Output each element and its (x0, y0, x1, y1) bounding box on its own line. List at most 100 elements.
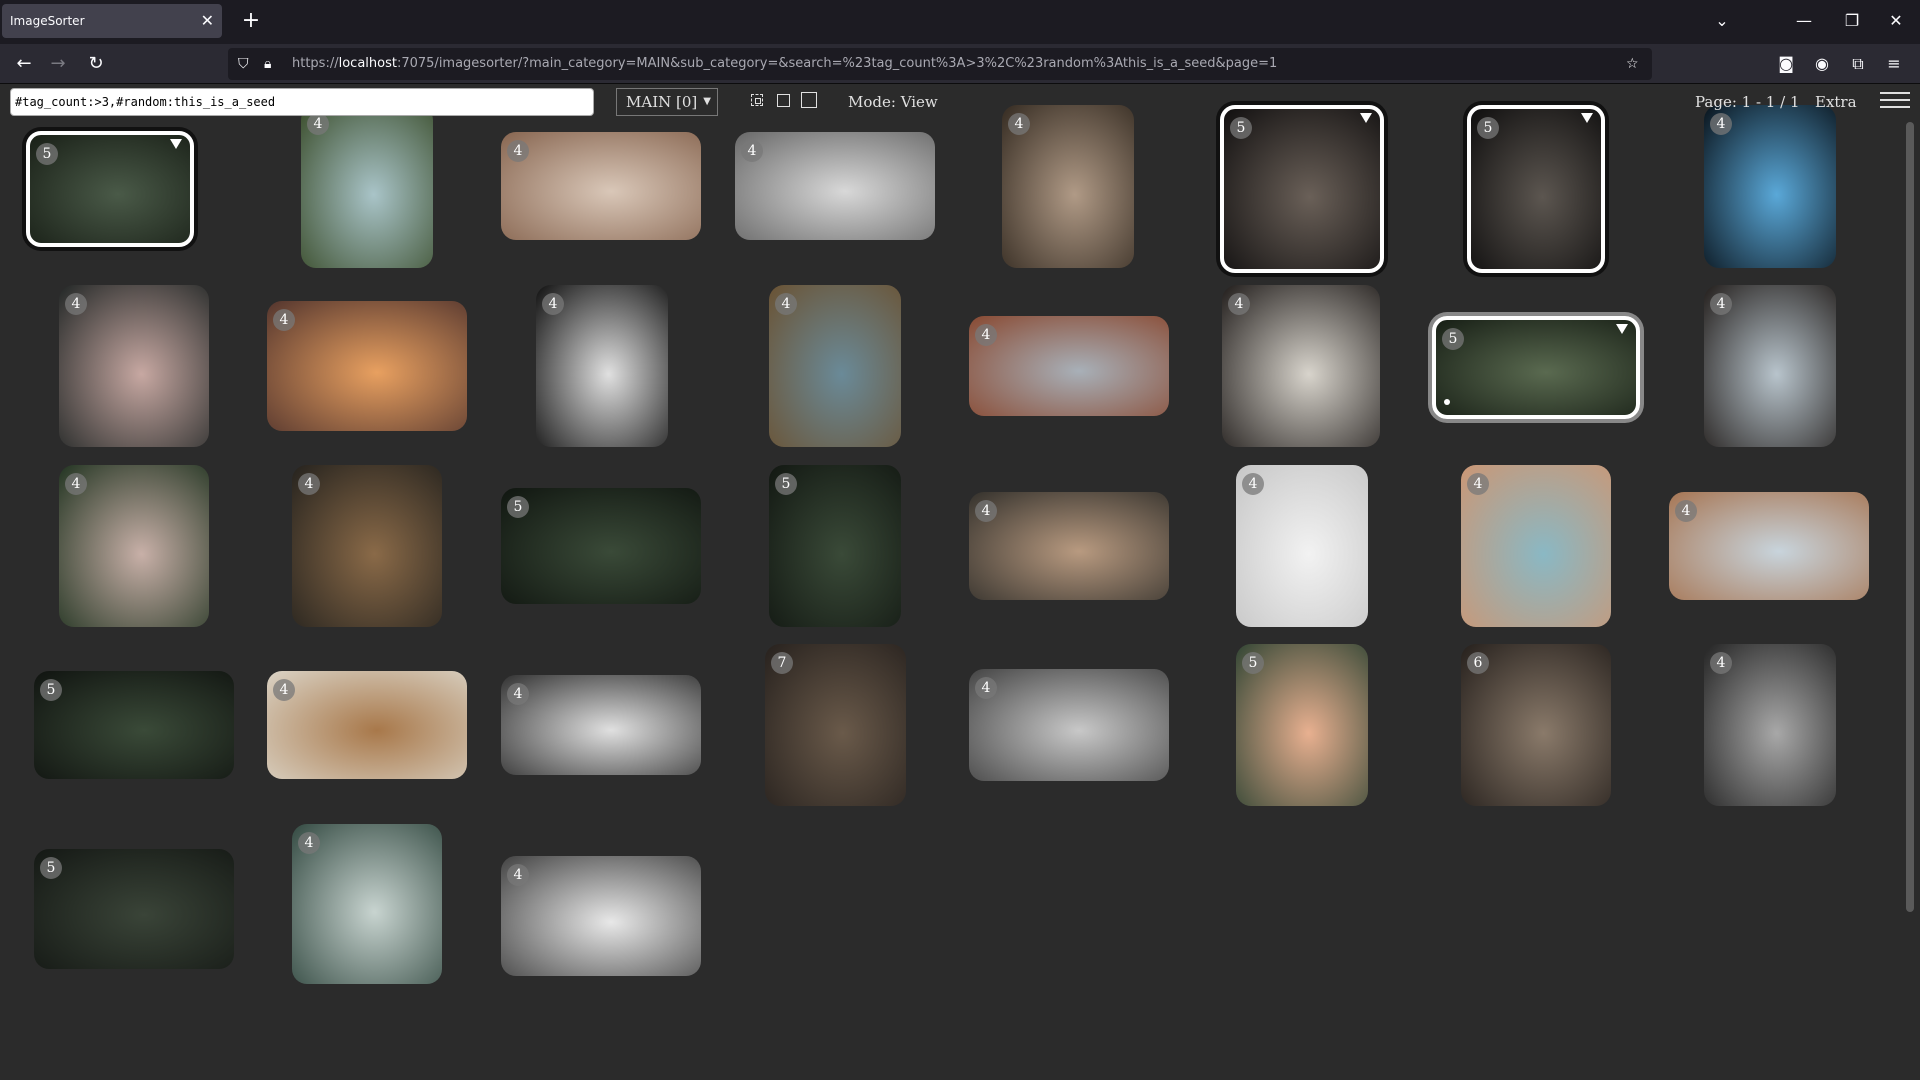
image-thumbnail-calico-cat-portrait[interactable]: 6 (1461, 644, 1611, 806)
thumb-size-medium-button[interactable] (777, 94, 790, 107)
image-thumbnail-silhouette-with-hat[interactable]: 4 (1704, 105, 1836, 268)
image-card[interactable]: 4 (1704, 105, 1836, 268)
image-card[interactable]: 5 (1236, 644, 1368, 806)
hamburger-menu-icon[interactable] (1880, 92, 1910, 112)
image-card[interactable]: 5 (769, 465, 901, 627)
tab-close-icon[interactable]: ✕ (201, 4, 214, 38)
url-text[interactable]: https://localhost:7075/imagesorter/?main… (292, 48, 1277, 80)
back-icon[interactable]: ← (8, 48, 40, 80)
image-card[interactable]: 4 (735, 132, 935, 240)
image-card[interactable]: 4 (292, 465, 442, 627)
scrollbar[interactable] (1904, 122, 1916, 1080)
browser-tab[interactable]: ImageSorter ✕ (2, 4, 222, 38)
image-card[interactable]: 4 (1222, 285, 1380, 447)
shield-icon[interactable]: ⛉ (238, 48, 249, 80)
image-thumbnail-mountain-dog-rocks[interactable]: 4 (969, 316, 1169, 416)
image-card[interactable]: 4 (1002, 105, 1134, 268)
image-card[interactable]: 4 (267, 301, 467, 431)
image-thumbnail-tabby-cat-in-grass[interactable]: 5 (26, 131, 194, 247)
app-menu-icon[interactable]: ≡ (1878, 48, 1910, 80)
image-thumbnail-birds-flying-bw[interactable]: 4 (501, 675, 701, 775)
thumb-size-large-button[interactable] (801, 92, 817, 108)
reload-icon[interactable]: ↻ (80, 48, 112, 80)
selection-marker-icon[interactable] (1581, 113, 1593, 123)
image-card[interactable]: 4 (536, 285, 668, 447)
forward-icon[interactable]: → (42, 48, 74, 80)
image-thumbnail-white-cat-autumn[interactable]: 4 (267, 671, 467, 779)
image-thumbnail-autumn-forest-walker[interactable]: 4 (292, 465, 442, 627)
image-card[interactable]: 4 (301, 105, 433, 268)
star-icon[interactable]: ☆ (1626, 48, 1639, 80)
image-thumbnail-man-on-desert-rock[interactable]: 4 (1669, 492, 1869, 600)
image-thumbnail-sunset-beach-figure[interactable]: 4 (267, 301, 467, 431)
image-card[interactable]: 5 (501, 488, 701, 604)
image-thumbnail-man-in-cap-desert[interactable]: 4 (501, 132, 701, 240)
image-card[interactable]: 5 (34, 849, 234, 969)
image-card[interactable]: 4 (969, 316, 1169, 416)
extensions-icon[interactable]: ⧉ (1842, 48, 1874, 80)
scrollbar-thumb[interactable] (1906, 122, 1914, 912)
extra-button[interactable]: Extra (1815, 88, 1857, 116)
selection-marker-icon[interactable] (1616, 324, 1628, 334)
image-thumbnail-forest-road-people[interactable]: 4 (969, 492, 1169, 600)
image-card[interactable]: 4 (1461, 465, 1611, 627)
image-thumbnail-snowy-tree-walker[interactable]: 4 (1236, 465, 1368, 627)
image-thumbnail-man-on-ruin-wall-bw[interactable]: 4 (735, 132, 935, 240)
image-thumbnail-tabby-cat-portrait[interactable]: 5 (1220, 105, 1384, 273)
image-card[interactable]: 4 (501, 856, 701, 976)
image-thumbnail-calico-cat-closeup[interactable]: 7 (765, 644, 906, 806)
image-thumbnail-tabby-cat-walking[interactable]: 5 (1432, 316, 1640, 419)
image-card[interactable]: 4 (1704, 285, 1836, 447)
page-indicator[interactable]: Page: 1 - 1 / 1 (1695, 88, 1800, 116)
image-card[interactable]: 5 (1432, 316, 1640, 419)
image-card[interactable]: 5 (1467, 105, 1605, 273)
image-thumbnail-woman-sunset-sea[interactable]: 5 (1236, 644, 1368, 806)
image-card[interactable]: 6 (1461, 644, 1611, 806)
image-card[interactable]: 4 (267, 671, 467, 779)
image-card[interactable]: 7 (765, 644, 906, 806)
image-thumbnail-coastal-cliff-walker[interactable]: 4 (769, 285, 901, 447)
search-input[interactable] (10, 88, 594, 116)
image-thumbnail-taxi-street-bw[interactable]: 4 (969, 669, 1169, 781)
category-select[interactable]: MAIN [0] ▼ (616, 88, 718, 116)
image-card[interactable]: 5 (34, 671, 234, 779)
image-thumbnail-beach-backpacker[interactable]: 4 (1222, 285, 1380, 447)
close-window-icon[interactable]: ✕ (1874, 6, 1918, 36)
image-thumbnail-birds-city-bw[interactable]: 4 (501, 856, 701, 976)
image-card[interactable]: 4 (59, 465, 209, 627)
image-thumbnail-tabby-cat-in-bushes[interactable]: 5 (34, 671, 234, 779)
image-card[interactable]: 4 (292, 824, 442, 984)
image-thumbnail-arch-cathedral-silhouettes[interactable]: 4 (536, 285, 668, 447)
image-card[interactable]: 5 (1220, 105, 1384, 273)
chevron-down-icon[interactable]: ⌄ (1708, 6, 1736, 36)
image-card[interactable]: 4 (1704, 644, 1836, 806)
image-card[interactable]: 4 (1669, 492, 1869, 600)
thumb-size-small-button[interactable] (751, 94, 763, 106)
image-thumbnail-cat-partial[interactable]: 5 (34, 849, 234, 969)
image-card[interactable]: 4 (501, 675, 701, 775)
image-thumbnail-misty-forest[interactable]: 4 (292, 824, 442, 984)
image-thumbnail-tabby-cat-sitting[interactable]: 5 (1467, 105, 1605, 273)
image-card[interactable]: 5 (26, 131, 194, 247)
image-card[interactable]: 4 (501, 132, 701, 240)
image-thumbnail-cat-in-dark-grass[interactable]: 5 (501, 488, 701, 604)
image-thumbnail-palm-garden-tower[interactable]: 4 (301, 105, 433, 268)
image-thumbnail-man-cathedral-bw[interactable]: 4 (1704, 644, 1836, 806)
image-thumbnail-forest-path-walker[interactable]: 4 (1002, 105, 1134, 268)
lock-icon[interactable]: 🔒︎ (264, 48, 271, 80)
account-icon[interactable]: ◉ (1806, 48, 1838, 80)
image-thumbnail-woman-red-dress-beach[interactable]: 4 (1461, 465, 1611, 627)
image-thumbnail-ocean-waves-shore[interactable]: 4 (59, 465, 209, 627)
selection-marker-icon[interactable] (1360, 113, 1372, 123)
image-card[interactable]: 4 (59, 285, 209, 447)
image-card[interactable]: 4 (1236, 465, 1368, 627)
image-card[interactable]: 4 (769, 285, 901, 447)
new-tab-icon[interactable]: + (236, 6, 266, 36)
image-thumbnail-lake-overlook[interactable]: 4 (59, 285, 209, 447)
image-thumbnail-cliff-edge-figure[interactable]: 4 (1704, 285, 1836, 447)
image-card[interactable]: 4 (969, 492, 1169, 600)
pocket-icon[interactable]: ◙ (1770, 48, 1802, 80)
minimize-icon[interactable]: — (1782, 6, 1826, 36)
mode-toggle[interactable]: Mode: View (848, 88, 938, 116)
url-bar[interactable]: ⛉ 🔒︎ https://localhost:7075/imagesorter/… (228, 48, 1652, 80)
